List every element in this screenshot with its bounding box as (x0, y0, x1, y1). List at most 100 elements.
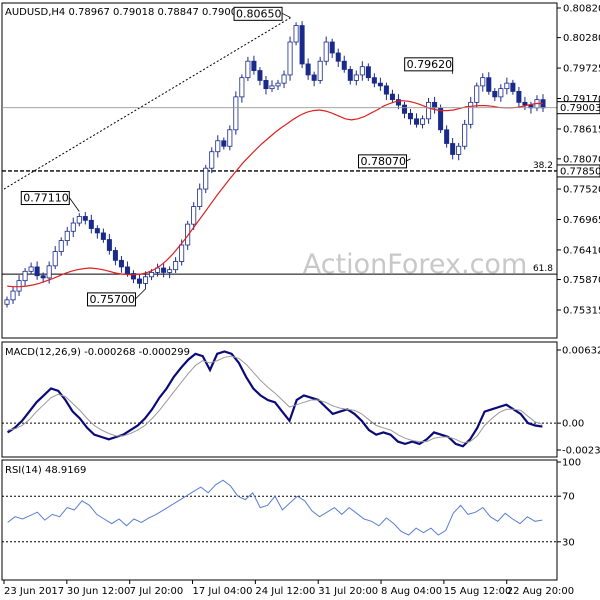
candle-body (456, 145, 462, 155)
candle-body (450, 143, 456, 155)
candle-body (149, 272, 155, 278)
candle-body (46, 265, 52, 279)
fib-level-label: 38.2 (533, 161, 553, 171)
price-header: AUDUSD,H4 0.78967 0.79018 0.78847 0.7900… (5, 7, 243, 18)
candle-body (492, 90, 498, 98)
macd-header: MACD(12,26,9) -0.000268 -0.000299 (5, 347, 190, 358)
rsi-tick-label: 100 (562, 458, 581, 469)
candle-body (432, 101, 438, 109)
candle-body (365, 66, 371, 79)
macd-line (7, 350, 543, 448)
price-panel: AUDUSD,H4 0.78967 0.79018 0.78847 0.7900… (1, 2, 600, 339)
x-tick-label: 17 Jul 04:00 (193, 586, 253, 597)
candle-body (124, 266, 130, 274)
rsi-tick-label: 30 (562, 537, 575, 548)
candle-body (498, 88, 504, 98)
candle-body (371, 77, 377, 84)
time-axis: 23 Jun 2017 30 Jun 12:00 7 Jul 20:00 17 Jul… (3, 580, 574, 597)
candle-body (462, 123, 468, 147)
macd-axis: 0.006329 0.00 -0.002324 (557, 346, 600, 457)
candle-body (52, 251, 58, 267)
x-tick-label: 8 Aug 04:00 (381, 586, 442, 597)
macd-tick-label: -0.002324 (562, 446, 600, 457)
price-tick-label: 0.80820 (563, 4, 600, 15)
candle-body (383, 85, 389, 95)
callout-pointer (406, 158, 411, 162)
candle-body (173, 261, 179, 271)
price-tick-label: 0.78070 (563, 154, 600, 165)
candle-body (516, 90, 522, 103)
candle-body (335, 52, 341, 62)
candle-body (317, 60, 323, 81)
callout-label: 0.77110 (23, 192, 69, 205)
x-tick-label: 30 Jun 12:00 (67, 586, 131, 597)
candle-body (64, 230, 70, 242)
candle-body (227, 129, 233, 147)
candle-body (486, 77, 492, 92)
macd-panel: MACD(12,26,9) -0.000268 -0.000299 0.0063… (1, 341, 600, 458)
candle-body (401, 104, 407, 114)
candle-body (480, 77, 486, 87)
candle-body (82, 216, 88, 221)
candle-body (4, 299, 10, 305)
candle-body (28, 266, 34, 272)
price-tick-label: 0.77520 (563, 185, 600, 196)
current-price-label: 0.79003 (560, 103, 600, 114)
candle-body (305, 63, 311, 76)
candle-body (209, 151, 215, 169)
macd-tick-label: 0.00 (562, 419, 584, 430)
watermark: ActionForex.com (303, 249, 528, 280)
candle-body (143, 276, 149, 284)
candle-body (22, 270, 28, 282)
candle-body (444, 129, 450, 144)
candle-body (221, 140, 227, 147)
callout-label: 0.78070 (361, 155, 407, 168)
candle-body (329, 41, 335, 54)
rsi-tick-label: 70 (562, 492, 575, 503)
price-tick-label: 0.75315 (563, 306, 600, 317)
trend-line-dotted (3, 16, 292, 190)
rsi-axis: 100 70 30 (557, 458, 581, 548)
candle-body (112, 250, 118, 261)
candle-body (40, 275, 46, 279)
x-tick-label: 23 Jun 2017 (4, 586, 64, 597)
candle-body (34, 266, 40, 277)
candle-body (426, 101, 432, 120)
candle-body (94, 228, 100, 234)
candle-body (100, 232, 106, 240)
candle-body (179, 244, 185, 262)
candle-body (269, 85, 275, 90)
price-tick-label: 0.78615 (563, 124, 600, 135)
candle-body (510, 82, 516, 92)
level-price-label: 0.77850 (560, 166, 600, 177)
candle-body (347, 69, 353, 81)
callout-pointer (135, 288, 146, 300)
candle-body (293, 25, 299, 43)
candle-body (16, 280, 22, 292)
price-axis: 0.808200.802800.797250.791700.786150.780… (556, 4, 600, 317)
candle-body (323, 41, 329, 62)
candle-body (106, 239, 112, 251)
candle-body (233, 96, 239, 131)
rsi-panel-frame (1, 459, 558, 581)
trend-line (3, 16, 292, 190)
candle-body (70, 222, 76, 232)
candle-body (136, 278, 143, 284)
price-tick-label: 0.79725 (563, 64, 600, 75)
callout-pointer (281, 12, 291, 18)
candle-body (414, 118, 420, 125)
candle-body (281, 74, 287, 84)
macd-lines (2, 350, 557, 448)
rsi-panel: RSI(14) 48.9169 100 70 30 (1, 458, 581, 581)
candle-body (197, 188, 203, 207)
candle-body (504, 82, 510, 90)
candle-body (203, 167, 209, 190)
rsi-lines (2, 479, 557, 543)
candle-body (353, 74, 359, 81)
candle-body (167, 269, 173, 273)
callout-label: 0.80650 (236, 7, 281, 20)
x-tick-label: 7 Jul 20:00 (130, 586, 184, 597)
candle-body (245, 60, 251, 79)
fib-level-label: 61.8 (533, 264, 553, 274)
callout-label: 0.75700 (90, 293, 135, 306)
